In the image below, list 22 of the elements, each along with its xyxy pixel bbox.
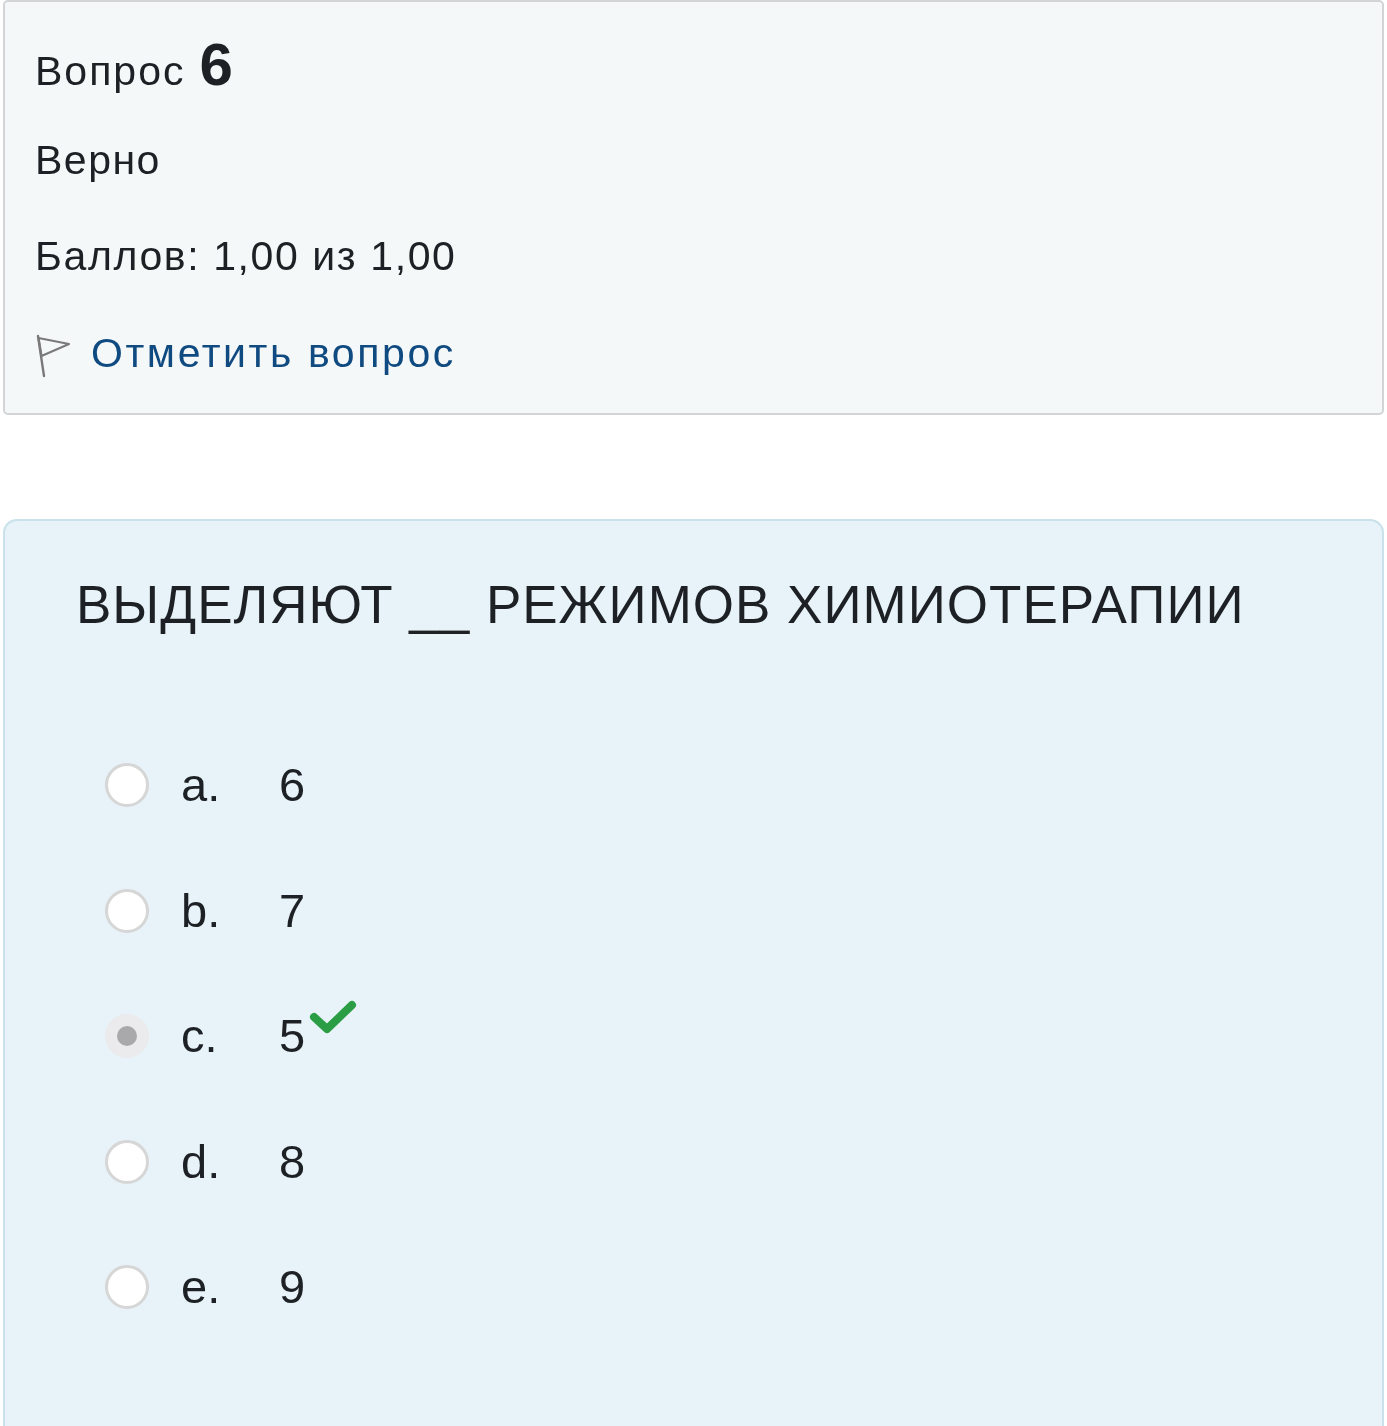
question-text: ВЫДЕЛЯЮТ __ РЕЖИМОВ ХИМИОТЕРАПИИ bbox=[76, 574, 1245, 636]
radio-button[interactable] bbox=[105, 763, 149, 807]
option-letter: d. bbox=[181, 1133, 222, 1190]
question-number: 6 bbox=[199, 34, 233, 96]
option-text: 6 bbox=[279, 757, 306, 813]
question-grade: Баллов: 1,00 из 1,00 bbox=[35, 232, 457, 280]
option-text: 8 bbox=[279, 1133, 306, 1190]
flag-question-link[interactable]: Отметить вопрос bbox=[91, 329, 456, 377]
question-status: Верно bbox=[35, 136, 161, 184]
option-letter: b. bbox=[181, 882, 222, 939]
radio-button[interactable] bbox=[105, 1014, 149, 1058]
option-letter: e. bbox=[181, 1259, 222, 1315]
option-letter: c. bbox=[181, 1008, 219, 1064]
option-text: 5 bbox=[279, 1008, 306, 1064]
option-text: 7 bbox=[279, 882, 306, 939]
question-label: Вопрос bbox=[35, 47, 186, 96]
flag-icon[interactable] bbox=[35, 334, 71, 378]
option-letter: a. bbox=[181, 757, 222, 813]
radio-button[interactable] bbox=[105, 1139, 149, 1184]
radio-button[interactable] bbox=[105, 888, 149, 933]
option-text: 9 bbox=[279, 1259, 306, 1315]
radio-button[interactable] bbox=[105, 1265, 149, 1309]
